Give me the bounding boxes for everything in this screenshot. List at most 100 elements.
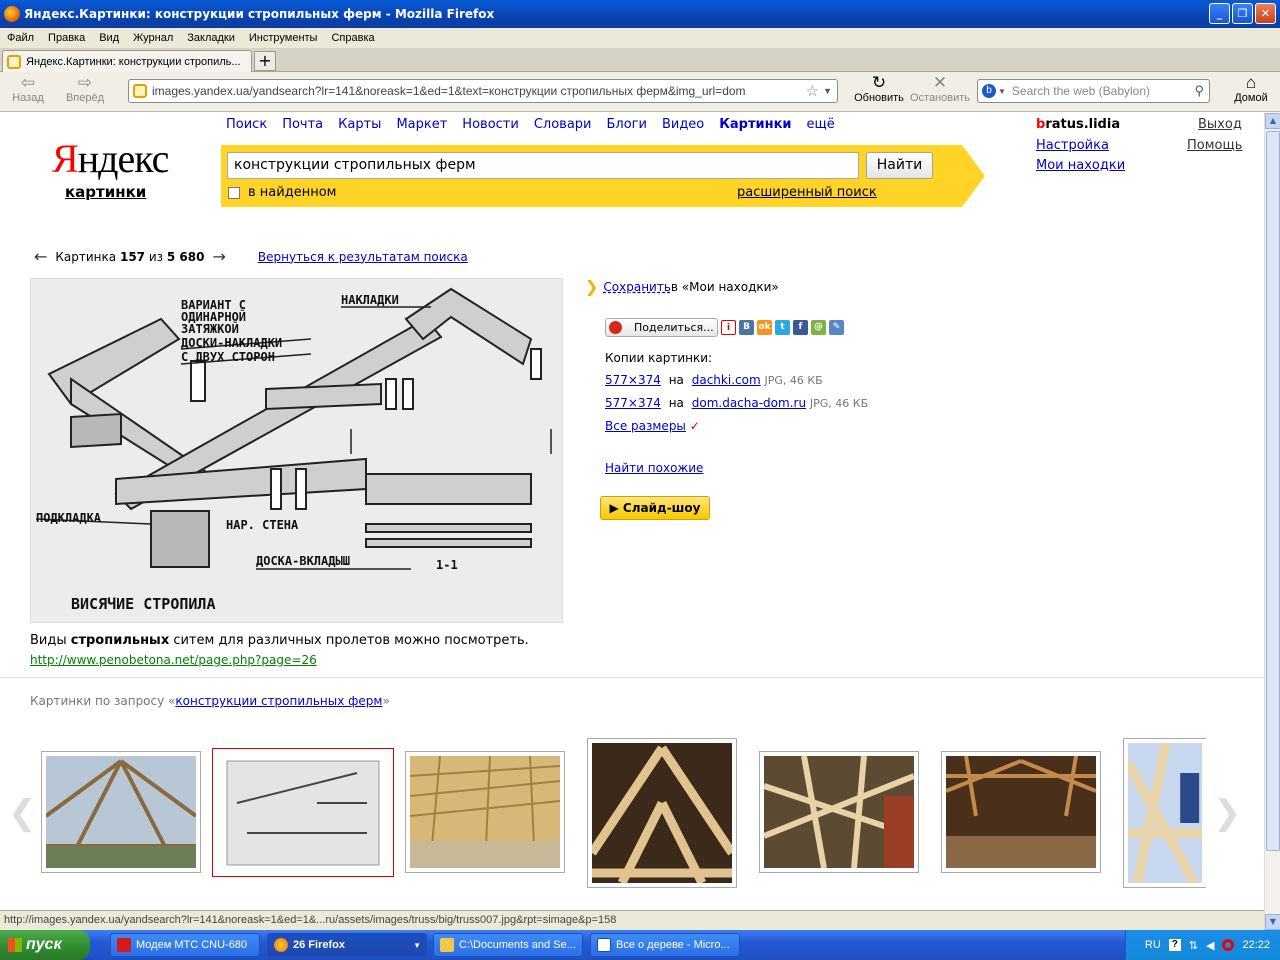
url-bar[interactable]: images.yandex.ua/yandsearch?lr=141&norea…	[128, 79, 838, 103]
nav-link-video[interactable]: Видео	[662, 117, 704, 132]
bookmark-star-icon[interactable]: ☆	[806, 82, 819, 100]
next-image-arrow[interactable]: →	[212, 247, 225, 266]
logo-rest: ндекс	[77, 136, 170, 181]
vertical-scrollbar[interactable]: ▲ ▼	[1264, 113, 1280, 930]
thumbnail-2-selected[interactable]	[212, 748, 394, 877]
menu-bookmarks[interactable]: Закладки	[180, 32, 242, 44]
odnoklassniki-icon[interactable]: ok	[757, 320, 772, 335]
copy-on: на	[668, 373, 684, 387]
in-found-checkbox[interactable]	[228, 187, 240, 199]
menu-file[interactable]: Файл	[0, 32, 41, 44]
menu-edit[interactable]: Правка	[41, 32, 92, 44]
my-finds-link[interactable]: Мои находки	[1036, 158, 1125, 173]
ya-ru-icon[interactable]: i	[721, 320, 736, 335]
related-images-label: Картинки по запросу «конструкции стропил…	[30, 694, 390, 708]
vkontakte-icon[interactable]: B	[739, 320, 754, 335]
advanced-search-link[interactable]: расширенный поиск	[737, 185, 877, 200]
start-button[interactable]: пуск	[0, 930, 90, 960]
share-button[interactable]: Поделиться...	[605, 318, 718, 337]
home-button[interactable]: ⌂ Домой	[1230, 74, 1272, 105]
thumbnail-5[interactable]	[759, 751, 919, 873]
nav-link-blogs[interactable]: Блоги	[606, 117, 646, 132]
nav-link-dictionaries[interactable]: Словари	[534, 117, 592, 132]
settings-link[interactable]: Настройка	[1036, 138, 1109, 153]
copy-size-link[interactable]: 577×374	[605, 373, 661, 387]
all-sizes-link[interactable]: Все размеры	[605, 419, 686, 433]
scroll-up-icon[interactable]: ▲	[1265, 113, 1280, 129]
stop-button[interactable]: ✕ Остановить	[908, 74, 972, 105]
facebook-icon[interactable]: f	[793, 320, 808, 335]
taskbar-item-word[interactable]: Все о дереве - Micro...	[590, 933, 740, 957]
thumbnail-3[interactable]	[405, 751, 565, 873]
new-tab-button[interactable]: +	[254, 51, 276, 71]
save-link[interactable]: Сохранить	[603, 280, 671, 294]
nav-link-images[interactable]: Картинки	[719, 117, 791, 132]
copy-size-link[interactable]: 577×374	[605, 396, 661, 410]
menu-history[interactable]: Журнал	[126, 32, 180, 44]
close-button[interactable]: ✕	[1255, 3, 1276, 24]
network-icon[interactable]: ⇅	[1189, 939, 1198, 952]
back-button[interactable]: ⇦ Назад	[8, 74, 48, 105]
username-link[interactable]: bratus.lidia	[1036, 117, 1120, 132]
related-query-link[interactable]: конструкции стропильных ферм	[175, 694, 382, 708]
yandex-logo[interactable]: Яндекс	[52, 136, 170, 181]
speaker-icon[interactable]: ◀	[1206, 939, 1214, 952]
service-name-link[interactable]: картинки	[65, 183, 146, 201]
carousel-prev-arrow[interactable]: ❮	[8, 793, 37, 833]
nav-link-maps[interactable]: Карты	[338, 117, 381, 132]
copy-site-link[interactable]: dachki.com	[692, 373, 761, 387]
back-to-results-link[interactable]: Вернуться к результатам поиска	[258, 250, 468, 264]
username-rest: ratus.lidia	[1045, 117, 1121, 132]
nav-link-mail[interactable]: Почта	[282, 117, 323, 132]
minimize-button[interactable]: _	[1209, 3, 1230, 24]
help-link[interactable]: Помощь	[1187, 138, 1242, 153]
stop-label: Остановить	[909, 92, 971, 104]
nav-link-market[interactable]: Маркет	[396, 117, 447, 132]
related-suffix: »	[382, 694, 390, 708]
reload-button[interactable]: ↻ Обновить	[850, 74, 908, 105]
nav-link-more[interactable]: ещё	[807, 117, 835, 132]
taskbar-item-modem[interactable]: Модем МТС CNU-680	[110, 933, 260, 957]
source-url-link[interactable]: http://www.penobetona.net/page.php?page=…	[30, 653, 317, 667]
find-similar-link[interactable]: Найти похожие	[605, 461, 703, 475]
prev-image-arrow[interactable]: ←	[34, 247, 47, 266]
menu-help[interactable]: Справка	[324, 32, 381, 44]
opera-icon[interactable]	[1222, 939, 1235, 951]
thumbnail-6[interactable]	[941, 751, 1101, 873]
taskbar-item-folder[interactable]: C:\Documents and Se...	[433, 933, 583, 957]
menu-view[interactable]: Вид	[92, 32, 126, 44]
copy-site-link[interactable]: dom.dacha-dom.ru	[692, 396, 806, 410]
maximize-button[interactable]: ❐	[1232, 3, 1253, 24]
search-placeholder: Search the web (Babylon)	[1011, 84, 1150, 98]
taskbar-item-firefox[interactable]: 26 Firefox ▼	[267, 933, 427, 957]
slideshow-button[interactable]: ▶ Слайд-шоу	[600, 496, 710, 520]
url-dropdown-icon[interactable]: ▼	[823, 86, 832, 96]
thumbnail-1[interactable]	[41, 751, 201, 873]
search-input[interactable]: конструкции стропильных ферм	[227, 152, 859, 179]
forward-button[interactable]: ⇨ Вперёд	[60, 74, 110, 105]
twitter-icon[interactable]: t	[775, 320, 790, 335]
search-button[interactable]: Найти	[866, 152, 933, 179]
menu-tools[interactable]: Инструменты	[242, 32, 325, 44]
main-image[interactable]: ВАРИАНТ С ОДИНАРНОЙ ЗАТЯЖКОЙ ДОСКИ-НАКЛА…	[30, 278, 563, 623]
engine-dropdown-icon[interactable]: ▼	[998, 87, 1006, 96]
scroll-down-icon[interactable]: ▼	[1265, 914, 1280, 930]
nav-link-search[interactable]: Поиск	[226, 117, 267, 132]
logout-link[interactable]: Выход	[1198, 117, 1242, 132]
livejournal-icon[interactable]: ✎	[829, 320, 844, 335]
scroll-thumb[interactable]	[1266, 131, 1280, 851]
thumbnail-4[interactable]	[587, 738, 737, 888]
language-indicator[interactable]: RU	[1145, 939, 1161, 951]
search-icon[interactable]: ⚲	[1194, 83, 1204, 99]
thumbnail-image	[44, 756, 198, 869]
nav-link-news[interactable]: Новости	[462, 117, 519, 132]
thumbnail-image	[409, 755, 561, 869]
taskbar-item-label: C:\Documents and Se...	[459, 939, 576, 951]
web-search-box[interactable]: b ▼ Search the web (Babylon) ⚲	[977, 79, 1210, 103]
babylon-icon: b	[982, 84, 996, 98]
help-icon[interactable]: ?	[1168, 939, 1181, 951]
moi-mir-icon[interactable]: @	[811, 320, 826, 335]
carousel-next-arrow[interactable]: ❯	[1213, 793, 1242, 833]
thumbnail-7[interactable]	[1123, 738, 1206, 888]
tab-yandex-images[interactable]: Яндекс.Картинки: конструкции стропиль...	[2, 50, 252, 72]
